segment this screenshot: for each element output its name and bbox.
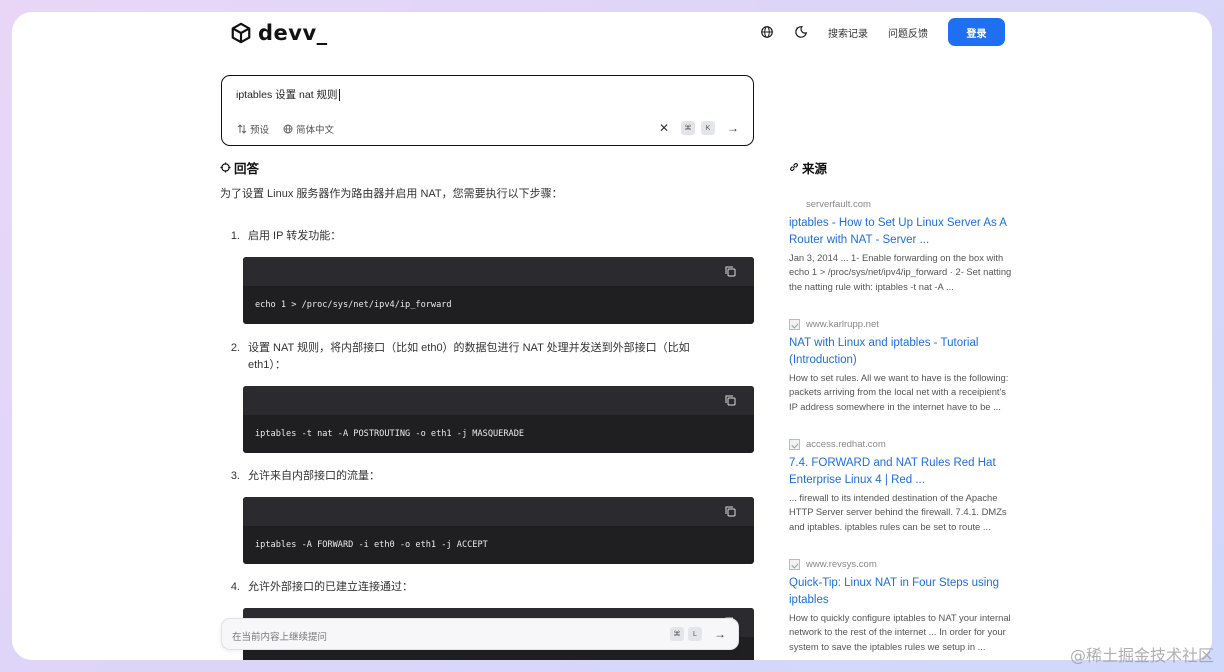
favicon-icon xyxy=(789,319,800,330)
shortcut-key-cmd: ⌘ xyxy=(670,627,684,641)
preset-selector[interactable]: 预设 xyxy=(237,122,269,136)
followup-placeholder: 在当前内容上继续提问 xyxy=(232,632,328,643)
answer-intro: 为了设置 Linux 服务器作为路由器并启用 NAT，您需要执行以下步骤： xyxy=(220,188,563,200)
sources-title: 来源 xyxy=(802,161,828,176)
source-snippet: How to set rules. All we want to have is… xyxy=(789,372,1009,412)
text-caret xyxy=(338,89,340,102)
logo-text: devv_ xyxy=(258,21,328,45)
language-selector[interactable]: 简体中文 xyxy=(283,122,334,136)
step-text: 允许外部接口的已建立连接通过： xyxy=(248,581,413,593)
theme-toggle-icon[interactable] xyxy=(794,25,808,39)
submit-arrow-icon[interactable]: → xyxy=(727,121,739,135)
search-query: iptables 设置 nat 规则 xyxy=(236,89,338,101)
globe-icon[interactable] xyxy=(760,25,774,39)
source-snippet: ... firewall to its intended destination… xyxy=(789,492,1007,532)
source-domain: access.redhat.com xyxy=(806,439,886,450)
app-window: devv_ 搜索记录 问题反馈 登录 iptables 设置 nat 规则 预设 xyxy=(12,12,1212,660)
clear-button[interactable]: ✕ xyxy=(657,121,671,135)
search-box[interactable]: iptables 设置 nat 规则 预设 简体中文 ✕ ⌘ K → xyxy=(221,75,754,146)
answer-icon xyxy=(220,161,231,173)
source-title-link[interactable]: Quick-Tip: Linux NAT in Four Steps using… xyxy=(789,575,1014,609)
source-snippet: Jan 3, 2014 ... 1- Enable forwarding on … xyxy=(789,252,1012,292)
favicon-icon xyxy=(789,439,800,450)
link-icon xyxy=(790,163,798,171)
step-text: 启用 IP 转发功能： xyxy=(248,230,342,242)
copy-icon[interactable] xyxy=(725,395,736,406)
logo[interactable]: devv_ xyxy=(230,21,328,45)
source-domain: www.revsys.com xyxy=(806,559,877,570)
step-number: 3. xyxy=(230,470,240,482)
search-history-link[interactable]: 搜索记录 xyxy=(828,25,868,40)
code-block: echo 1 > /proc/sys/net/ipv4/ip_forward xyxy=(243,257,754,324)
feedback-link[interactable]: 问题反馈 xyxy=(888,25,928,40)
shortcut-key-k: K xyxy=(701,121,715,135)
copy-icon[interactable] xyxy=(725,506,736,517)
step-text: 设置 NAT 规则，将内部接口（比如 eth0）的数据包进行 NAT 处理并发送… xyxy=(248,342,690,371)
login-button[interactable]: 登录 xyxy=(948,18,1005,46)
step-number: 2. xyxy=(230,342,240,354)
code-block: iptables -t nat -A POSTROUTING -o eth1 -… xyxy=(243,386,754,453)
step-number: 1. xyxy=(230,230,240,242)
copy-icon[interactable] xyxy=(725,266,736,277)
source-domain: www.karlrupp.net xyxy=(806,319,879,330)
step-number: 4. xyxy=(230,581,240,593)
step-text: 允许来自内部接口的流量： xyxy=(248,470,380,482)
code-block: iptables -A FORWARD -i eth0 -o eth1 -j A… xyxy=(243,497,754,564)
sources-section: 来源 serverfault.com iptables - How to Set… xyxy=(789,158,1019,652)
watermark: @稀土掘金技术社区 xyxy=(1069,646,1214,665)
answer-section: 回答 为了设置 Linux 服务器作为路由器并启用 NAT，您需要执行以下步骤：… xyxy=(220,158,755,660)
shortcut-key-cmd: ⌘ xyxy=(681,121,695,135)
send-arrow-icon[interactable]: → xyxy=(714,627,726,641)
followup-input[interactable]: 在当前内容上继续提问 ⌘ L → xyxy=(221,618,739,650)
source-card[interactable]: access.redhat.com 7.4. FORWARD and NAT R… xyxy=(789,438,1014,534)
code-text: echo 1 > /proc/sys/net/ipv4/ip_forward xyxy=(255,300,452,310)
favicon-icon xyxy=(789,559,800,570)
shortcut-key-l: L xyxy=(688,627,702,641)
code-text: iptables -A FORWARD -i eth0 -o eth1 -j A… xyxy=(255,540,488,550)
source-card[interactable]: www.karlrupp.net NAT with Linux and ipta… xyxy=(789,318,1014,414)
source-title-link[interactable]: iptables - How to Set Up Linux Server As… xyxy=(789,215,1014,249)
globe-icon xyxy=(283,124,293,134)
code-text: iptables -t nat -A POSTROUTING -o eth1 -… xyxy=(255,429,525,439)
preset-label: 预设 xyxy=(250,125,270,136)
top-bar: devv_ 搜索记录 问题反馈 登录 xyxy=(12,12,1212,56)
source-title-link[interactable]: 7.4. FORWARD and NAT Rules Red Hat Enter… xyxy=(789,455,1014,489)
sources-heading: 来源 xyxy=(789,158,1019,176)
source-card[interactable]: serverfault.com iptables - How to Set Up… xyxy=(789,198,1014,294)
answer-title: 回答 xyxy=(234,161,260,176)
sort-arrows-icon xyxy=(237,124,247,134)
search-input[interactable]: iptables 设置 nat 规则 xyxy=(236,87,340,102)
cube-logo-icon xyxy=(231,22,251,44)
source-title-link[interactable]: NAT with Linux and iptables - Tutorial (… xyxy=(789,335,1014,369)
source-card[interactable]: www.revsys.com Quick-Tip: Linux NAT in F… xyxy=(789,558,1014,654)
source-snippet: How to quickly configure iptables to NAT… xyxy=(789,612,1011,652)
answer-heading: 回答 xyxy=(220,158,755,176)
source-domain: serverfault.com xyxy=(806,199,871,210)
language-label: 简体中文 xyxy=(296,125,335,136)
